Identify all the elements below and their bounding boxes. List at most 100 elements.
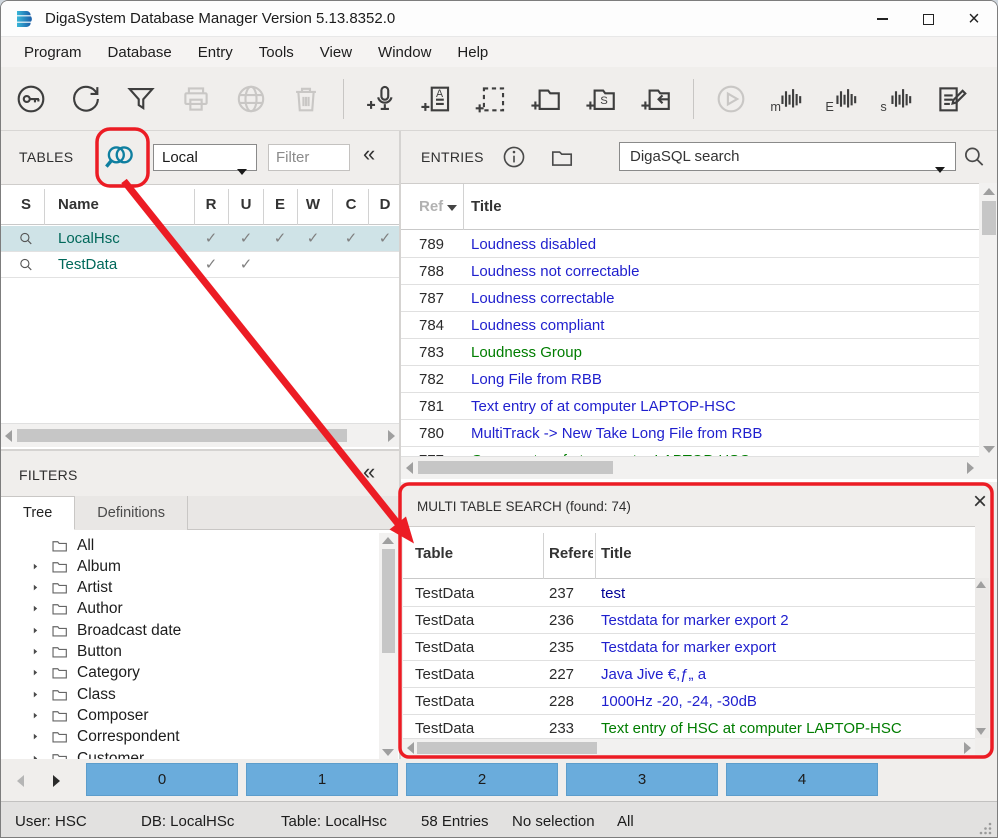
- tree-item-broadcast-date[interactable]: Broadcast date: [1, 620, 371, 641]
- chevron-right-icon[interactable]: [31, 562, 41, 572]
- pager-button-1[interactable]: 1: [246, 763, 398, 796]
- multi-title-column-header[interactable]: Title: [601, 545, 632, 562]
- scroll-left-icon[interactable]: [407, 742, 414, 754]
- scroll-left-icon[interactable]: [406, 462, 413, 474]
- tables-column-e[interactable]: E: [268, 196, 292, 213]
- menu-item-view[interactable]: View: [307, 44, 365, 61]
- maximize-button[interactable]: [905, 1, 951, 37]
- tree-item-correspondent[interactable]: Correspondent: [1, 727, 371, 748]
- tables-column-d[interactable]: D: [373, 196, 397, 213]
- table-row[interactable]: TestData✓✓: [1, 252, 399, 278]
- multi-row-title[interactable]: 1000Hz -20, -24, -30dB: [601, 693, 757, 710]
- multi-row-title[interactable]: test: [601, 585, 625, 602]
- digasql-search-combo[interactable]: DigaSQL search: [619, 142, 956, 171]
- folder-icon[interactable]: [549, 145, 575, 171]
- multi-search-row[interactable]: TestData235Testdata for marker export: [403, 634, 975, 661]
- new-folder-s-icon[interactable]: S: [583, 81, 619, 117]
- menu-item-program[interactable]: Program: [11, 44, 95, 61]
- new-text-icon[interactable]: A: [418, 81, 454, 117]
- entries-title-column-header[interactable]: Title: [471, 198, 502, 215]
- multi-search-row[interactable]: TestData237test: [403, 580, 975, 607]
- tree-item-composer[interactable]: Composer: [1, 705, 371, 726]
- chevron-right-icon[interactable]: [31, 626, 41, 636]
- tab-tree[interactable]: Tree: [1, 496, 75, 530]
- scroll-right-icon[interactable]: [388, 430, 395, 442]
- resize-grip[interactable]: [979, 821, 993, 835]
- scroll-up-icon[interactable]: [976, 581, 986, 588]
- tables-column-s[interactable]: S: [21, 196, 31, 213]
- entry-title[interactable]: Loudness correctable: [471, 290, 614, 307]
- entry-row[interactable]: 781Text entry of at computer LAPTOP-HSC: [401, 393, 979, 420]
- tree-item-album[interactable]: Album: [1, 556, 371, 577]
- tree-item-class[interactable]: Class: [1, 684, 371, 705]
- entries-hscrollbar[interactable]: [401, 456, 979, 479]
- filter-icon[interactable]: [123, 81, 159, 117]
- pager-button-3[interactable]: 3: [566, 763, 718, 796]
- ref-sort-icon[interactable]: [447, 205, 457, 211]
- new-folder-import-icon[interactable]: [638, 81, 674, 117]
- entry-title[interactable]: Loudness compliant: [471, 317, 604, 334]
- pager-next-icon[interactable]: [53, 775, 60, 787]
- multi-vscrollbar[interactable]: [975, 578, 989, 738]
- tables-column-r[interactable]: R: [199, 196, 223, 213]
- entry-row[interactable]: 777Group entry of at computer LAPTOP-HSC: [401, 447, 979, 456]
- multi-search-row[interactable]: TestData2281000Hz -20, -24, -30dB: [403, 688, 975, 715]
- table-row[interactable]: LocalHsc✓✓✓✓✓✓: [1, 226, 399, 252]
- key-icon[interactable]: [13, 81, 49, 117]
- chevron-right-icon[interactable]: [31, 711, 41, 721]
- minimize-button[interactable]: [859, 1, 905, 37]
- multi-search-row[interactable]: TestData227Java Jive €,ƒ„ a: [403, 661, 975, 688]
- multi-ref-column-header[interactable]: Refere: [549, 545, 593, 562]
- chevron-right-icon[interactable]: [31, 604, 41, 614]
- tab-definitions[interactable]: Definitions: [75, 496, 188, 530]
- multi-row-title[interactable]: Testdata for marker export: [601, 639, 776, 656]
- entry-row[interactable]: 789Loudness disabled: [401, 231, 979, 258]
- collapse-tables-icon[interactable]: «: [363, 143, 375, 165]
- multi-search-row[interactable]: TestData236Testdata for marker export 2: [403, 607, 975, 634]
- pager-button-2[interactable]: 2: [406, 763, 558, 796]
- tables-column-c[interactable]: C: [339, 196, 363, 213]
- pager-button-4[interactable]: 4: [726, 763, 878, 796]
- info-icon[interactable]: [501, 144, 527, 170]
- tree-item-artist[interactable]: Artist: [1, 578, 371, 599]
- menu-item-database[interactable]: Database: [95, 44, 185, 61]
- tree-item-category[interactable]: Category: [1, 663, 371, 684]
- entry-row[interactable]: 788Loudness not correctable: [401, 258, 979, 285]
- tree-vscrollbar[interactable]: [379, 533, 398, 760]
- multi-row-title[interactable]: Java Jive €,ƒ„ a: [601, 666, 706, 683]
- tables-column-w[interactable]: W: [301, 196, 325, 213]
- new-folder-icon[interactable]: [528, 81, 564, 117]
- new-audio-icon[interactable]: [363, 81, 399, 117]
- close-button[interactable]: ×: [951, 1, 997, 37]
- pager-prev-icon[interactable]: [17, 775, 24, 787]
- entries-search-icon[interactable]: [961, 144, 987, 170]
- entry-row[interactable]: 783Loudness Group: [401, 339, 979, 366]
- entry-row[interactable]: 787Loudness correctable: [401, 285, 979, 312]
- menu-item-entry[interactable]: Entry: [185, 44, 246, 61]
- tables-column-name[interactable]: Name: [58, 196, 99, 213]
- tree-item-all[interactable]: All: [1, 535, 371, 556]
- scroll-down-icon[interactable]: [382, 749, 394, 756]
- entry-title[interactable]: Loudness Group: [471, 344, 582, 361]
- menu-item-help[interactable]: Help: [444, 44, 501, 61]
- scroll-up-icon[interactable]: [382, 537, 394, 544]
- chevron-right-icon[interactable]: [31, 583, 41, 593]
- scroll-up-icon[interactable]: [983, 188, 995, 195]
- pager-button-0[interactable]: 0: [86, 763, 238, 796]
- tree-item-author[interactable]: Author: [1, 599, 371, 620]
- tables-hscrollbar[interactable]: [1, 423, 399, 447]
- tables-column-u[interactable]: U: [234, 196, 258, 213]
- multi-row-title[interactable]: Testdata for marker export 2: [601, 612, 789, 629]
- scroll-down-icon[interactable]: [983, 446, 995, 453]
- scroll-left-icon[interactable]: [5, 430, 12, 442]
- entry-title[interactable]: Loudness disabled: [471, 236, 596, 253]
- new-selection-icon[interactable]: [473, 81, 509, 117]
- chevron-right-icon[interactable]: [31, 668, 41, 678]
- multi-table-search-icon[interactable]: [103, 142, 137, 174]
- multi-search-row[interactable]: TestData233Text entry of HSC at computer…: [403, 715, 975, 738]
- scroll-right-icon[interactable]: [967, 462, 974, 474]
- entry-title[interactable]: Loudness not correctable: [471, 263, 639, 280]
- chevron-right-icon[interactable]: [31, 732, 41, 742]
- entry-title[interactable]: Text entry of at computer LAPTOP-HSC: [471, 398, 736, 415]
- menu-item-tools[interactable]: Tools: [246, 44, 307, 61]
